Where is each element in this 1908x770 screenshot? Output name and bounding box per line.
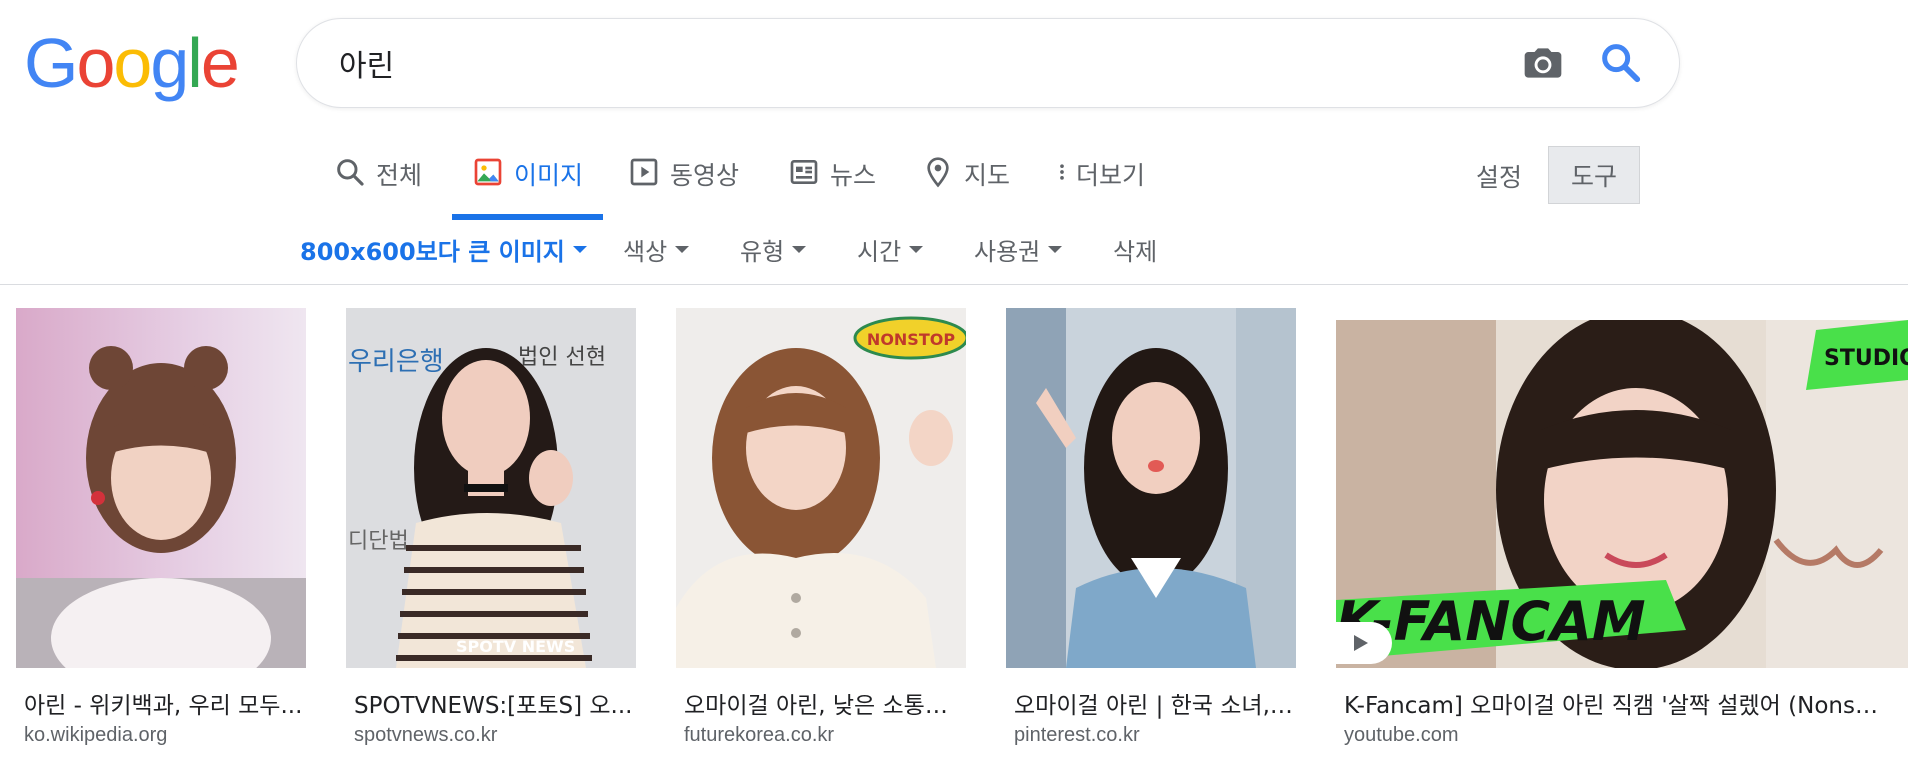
sign-text: 법인 선현 bbox=[518, 345, 606, 370]
result-thumbnail[interactable]: NONSTOP bbox=[676, 308, 966, 668]
filter-type[interactable]: 유형 bbox=[740, 232, 807, 267]
chevron-down-icon bbox=[909, 246, 924, 253]
more-vert-icon bbox=[1052, 156, 1072, 188]
news-icon bbox=[788, 156, 820, 188]
play-badge bbox=[1336, 622, 1392, 664]
chevron-down-icon bbox=[1048, 246, 1063, 253]
search-icon[interactable] bbox=[1597, 39, 1643, 85]
filter-label: 800x600보다 큰 이미지 bbox=[300, 238, 565, 266]
logo-letter: G bbox=[24, 24, 78, 102]
search-input[interactable] bbox=[339, 19, 1439, 107]
result-thumbnail[interactable] bbox=[16, 308, 306, 668]
chevron-down-icon bbox=[572, 246, 587, 253]
filter-label: 삭제 bbox=[1113, 238, 1158, 266]
chevron-down-icon bbox=[792, 246, 807, 253]
filter-size[interactable]: 800x600보다 큰 이미지 bbox=[300, 232, 587, 267]
map-pin-icon bbox=[922, 156, 954, 188]
search-box bbox=[296, 18, 1680, 108]
image-icon bbox=[472, 156, 504, 188]
result-title[interactable]: K-Fancam] 오마이걸 아린 직캠 '살짝 설렜어 (Nonst... bbox=[1344, 686, 1878, 720]
camera-icon[interactable] bbox=[1521, 41, 1565, 85]
filter-clear[interactable]: 삭제 bbox=[1113, 232, 1157, 267]
tab-images[interactable]: 이미지 bbox=[452, 140, 604, 220]
tab-news[interactable]: 뉴스 bbox=[788, 140, 876, 220]
filter-label: 유형 bbox=[740, 238, 785, 266]
result-source: youtube.com bbox=[1344, 724, 1459, 746]
result-title[interactable]: 오마이걸 아린 | 한국 소녀, ... bbox=[1014, 686, 1294, 720]
result-source: spotvnews.co.kr bbox=[354, 724, 498, 746]
logo-text: STUDIO bbox=[1824, 346, 1908, 371]
result-source: futurekorea.co.kr bbox=[684, 724, 835, 746]
result-title[interactable]: 오마이걸 아린, 낮은 소통지... bbox=[684, 686, 964, 720]
tab-all[interactable]: 전체 bbox=[334, 140, 422, 220]
filter-time[interactable]: 시간 bbox=[857, 232, 924, 267]
google-logo[interactable]: Google bbox=[24, 24, 240, 102]
play-icon bbox=[628, 156, 660, 188]
sticker-text: NONSTOP bbox=[867, 330, 955, 349]
filter-label: 시간 bbox=[857, 238, 902, 266]
header-divider bbox=[0, 284, 1908, 285]
tab-more[interactable]: 더보기 bbox=[1052, 140, 1145, 220]
sign-text: 우리은행 bbox=[348, 347, 444, 377]
logo-letter: l bbox=[187, 24, 203, 102]
tab-label: 더보기 bbox=[1076, 161, 1146, 190]
filter-label: 사용권 bbox=[974, 238, 1041, 266]
search-icon bbox=[334, 156, 366, 188]
play-icon bbox=[1354, 635, 1368, 651]
result-title[interactable]: 아린 - 위키백과, 우리 모두... bbox=[24, 686, 304, 720]
filter-license[interactable]: 사용권 bbox=[974, 232, 1063, 267]
tab-videos[interactable]: 동영상 bbox=[628, 140, 739, 220]
settings-link[interactable]: 설정 bbox=[1476, 158, 1522, 194]
tab-maps[interactable]: 지도 bbox=[922, 140, 1010, 220]
result-source: pinterest.co.kr bbox=[1014, 724, 1140, 746]
tab-label: 지도 bbox=[964, 161, 1011, 190]
tab-label: 이미지 bbox=[514, 161, 584, 190]
logo-letter: o bbox=[76, 24, 115, 102]
result-thumbnail[interactable]: K-FANCAM STUDIO bbox=[1336, 320, 1908, 668]
result-thumbnail[interactable] bbox=[1006, 308, 1296, 668]
filter-label: 색상 bbox=[623, 238, 668, 266]
tab-label: 뉴스 bbox=[830, 161, 877, 190]
tab-label: 동영상 bbox=[670, 161, 740, 190]
sign-text: 디단법 bbox=[348, 529, 409, 554]
watermark-text: SPOTV NEWS bbox=[456, 637, 575, 656]
chevron-down-icon bbox=[675, 246, 690, 253]
result-title[interactable]: SPOTVNEWS:[포토S] 오... bbox=[354, 686, 634, 720]
result-thumbnail[interactable]: 우리은행 법인 선현 디단법 SPOTV NEWS bbox=[346, 308, 636, 668]
logo-letter: o bbox=[113, 24, 152, 102]
logo-letter: g bbox=[150, 24, 189, 102]
logo-letter: e bbox=[200, 24, 240, 102]
filter-color[interactable]: 색상 bbox=[623, 232, 690, 267]
result-source: ko.wikipedia.org bbox=[24, 724, 168, 746]
filter-bar: 800x600보다 큰 이미지 색상 유형 시간 사용권 삭제 bbox=[0, 226, 1908, 282]
tab-label: 전체 bbox=[376, 161, 423, 190]
tools-button[interactable]: 도구 bbox=[1548, 146, 1640, 204]
